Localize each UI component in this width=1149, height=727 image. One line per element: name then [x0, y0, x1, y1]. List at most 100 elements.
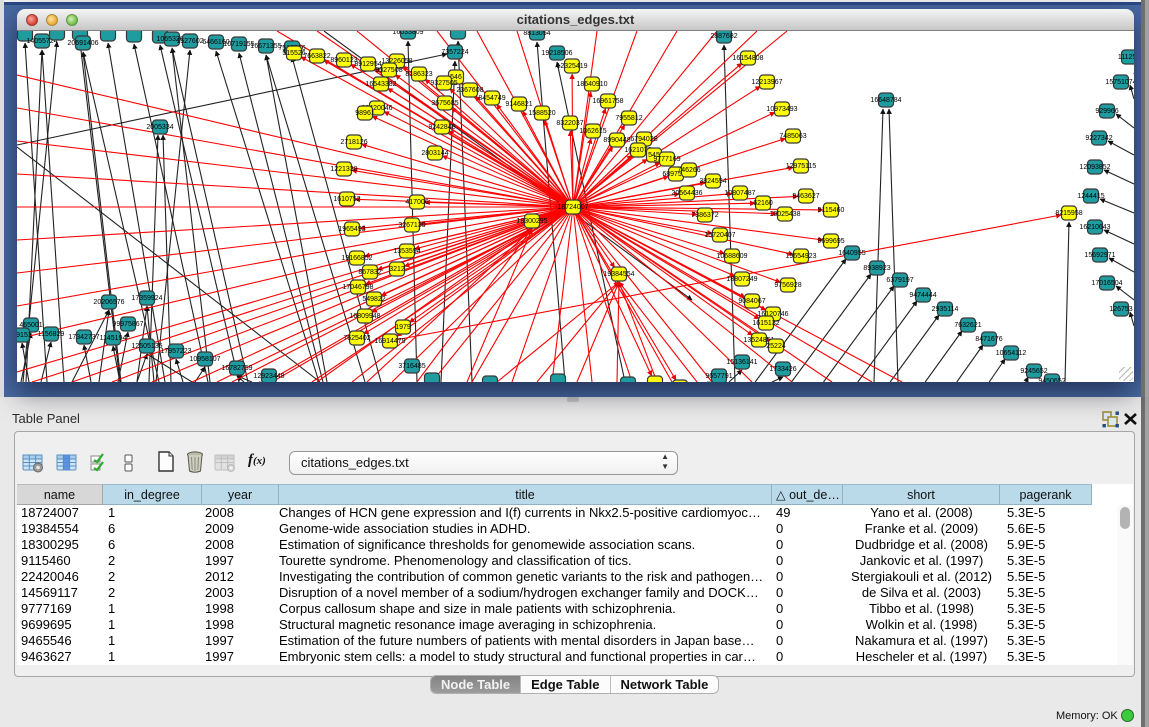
svg-text:18724007: 18724007	[557, 204, 588, 211]
svg-text:111254: 111254	[1118, 54, 1134, 61]
svg-text:1979: 1979	[395, 324, 411, 331]
svg-text:17046798: 17046798	[342, 284, 373, 291]
svg-text:515526: 515526	[282, 50, 305, 57]
svg-text:3824554: 3824554	[699, 178, 726, 185]
svg-text:39151: 39151	[17, 332, 32, 339]
svg-text:9699695: 9699695	[817, 238, 844, 245]
svg-text:16648784: 16648784	[870, 97, 901, 104]
svg-text:16210643: 16210643	[1079, 224, 1110, 231]
svg-text:16543382: 16543382	[365, 81, 396, 88]
svg-text:1965493: 1965493	[338, 226, 365, 233]
svg-text:2718126: 2718126	[340, 139, 367, 146]
svg-text:1353594: 1353594	[393, 248, 420, 255]
svg-text:18640910: 18640910	[576, 81, 607, 88]
svg-text:16033809: 16033809	[392, 31, 423, 36]
svg-text:1733426: 1733426	[769, 366, 796, 373]
svg-text:17359924: 17359924	[131, 295, 162, 302]
svg-text:12923448: 12923448	[253, 373, 284, 380]
svg-text:16154808: 16154808	[732, 55, 763, 62]
svg-text:9463627: 9463627	[792, 193, 819, 200]
svg-text:9756928: 9756928	[774, 282, 801, 289]
svg-text:9245652: 9245652	[1020, 368, 1047, 375]
svg-text:7625402: 7625402	[343, 335, 370, 342]
svg-text:2935114: 2935114	[932, 306, 959, 313]
svg-text:9474444: 9474444	[909, 292, 936, 299]
svg-text:1156829: 1156829	[38, 331, 65, 338]
svg-text:16961758: 16961758	[592, 98, 623, 105]
svg-text:7386372: 7386372	[691, 212, 718, 219]
svg-text:15751074: 15751074	[1105, 79, 1134, 86]
svg-text:12975115: 12975115	[786, 163, 817, 170]
svg-text:9242848: 9242848	[428, 124, 455, 131]
svg-text:19654923: 19654923	[785, 253, 816, 260]
svg-text:16671355: 16671355	[250, 43, 281, 50]
svg-text:15692971: 15692971	[1084, 252, 1115, 259]
svg-text:7955812: 7955812	[615, 115, 642, 122]
svg-text:417006: 417006	[405, 199, 428, 206]
svg-text:867832: 867832	[358, 269, 381, 276]
svg-text:126753: 126753	[1109, 306, 1132, 313]
svg-text:19218506: 19218506	[541, 50, 572, 57]
svg-text:9227342: 9227342	[1085, 135, 1112, 142]
svg-text:20564436: 20564436	[671, 190, 702, 197]
svg-text:929966: 929966	[1095, 108, 1118, 115]
svg-text:1362615: 1362615	[579, 128, 606, 135]
svg-text:9777169: 9777169	[653, 156, 680, 163]
svg-text:2887682: 2887682	[710, 33, 737, 40]
svg-text:9327508: 9327508	[375, 67, 402, 74]
svg-text:20206576: 20206576	[93, 299, 124, 306]
svg-text:16914479: 16914479	[374, 338, 405, 345]
svg-text:12093852: 12093852	[1079, 164, 1110, 171]
svg-text:1221338: 1221338	[330, 166, 357, 173]
svg-text:12505135: 12505135	[131, 343, 162, 350]
svg-text:1527602: 1527602	[176, 38, 203, 45]
svg-text:8471676: 8471676	[975, 336, 1002, 343]
svg-text:6379197: 6379197	[886, 277, 913, 284]
svg-text:9115460: 9115460	[818, 207, 845, 214]
svg-text:17957223: 17957223	[160, 348, 191, 355]
svg-text:10973493: 10973493	[766, 106, 797, 113]
svg-text:2803144: 2803144	[421, 150, 448, 157]
svg-text:8322037: 8322037	[556, 120, 583, 127]
svg-text:1145194: 1145194	[100, 335, 127, 342]
svg-text:20691406: 20691406	[67, 40, 98, 47]
svg-text:1244415: 1244415	[1077, 193, 1104, 200]
svg-text:10807487: 10807487	[724, 190, 755, 197]
svg-text:8938923: 8938923	[863, 265, 890, 272]
svg-text:2367608: 2367608	[456, 87, 483, 94]
svg-text:12213967: 12213967	[751, 79, 782, 86]
svg-text:2005334: 2005334	[146, 124, 173, 131]
svg-text:10958107: 10958107	[189, 356, 220, 363]
svg-text:62160: 62160	[753, 200, 773, 207]
svg-text:19384554: 19384554	[603, 271, 634, 278]
svg-text:9146821: 9146821	[505, 101, 532, 108]
svg-text:10025438: 10025438	[769, 211, 800, 218]
svg-text:7632621: 7632621	[954, 322, 981, 329]
svg-text:549822: 549822	[362, 296, 385, 303]
svg-text:8990448: 8990448	[603, 137, 630, 144]
svg-text:15720407: 15720407	[704, 232, 735, 239]
svg-text:16782759: 16782759	[221, 365, 252, 372]
svg-text:18807249: 18807249	[726, 276, 757, 283]
svg-text:1588520: 1588520	[528, 110, 555, 117]
svg-text:7663822: 7663822	[303, 53, 330, 60]
svg-text:8454749: 8454749	[478, 95, 505, 102]
svg-text:1640955: 1640955	[838, 250, 865, 257]
svg-text:9657791: 9657791	[705, 373, 732, 380]
svg-text:9450652: 9450652	[1038, 378, 1065, 382]
svg-text:10688609: 10688609	[716, 253, 747, 260]
svg-text:8215958: 8215958	[1055, 210, 1082, 217]
svg-text:99975867: 99975867	[112, 321, 143, 328]
svg-text:746266: 746266	[677, 167, 700, 174]
svg-text:1615132: 1615132	[752, 320, 779, 327]
svg-text:98961: 98961	[355, 110, 375, 117]
svg-text:18300295: 18300295	[516, 218, 547, 225]
svg-text:16809948: 16809948	[349, 313, 380, 320]
svg-text:12325419: 12325419	[556, 63, 587, 70]
svg-text:3267130: 3267130	[398, 222, 425, 229]
svg-text:3212: 3212	[389, 266, 405, 273]
svg-text:10654112: 10654112	[996, 350, 1027, 357]
svg-text:17016504: 17016504	[1091, 280, 1122, 287]
svg-text:3675685: 3675685	[431, 100, 458, 107]
svg-text:9084067: 9084067	[738, 298, 765, 305]
